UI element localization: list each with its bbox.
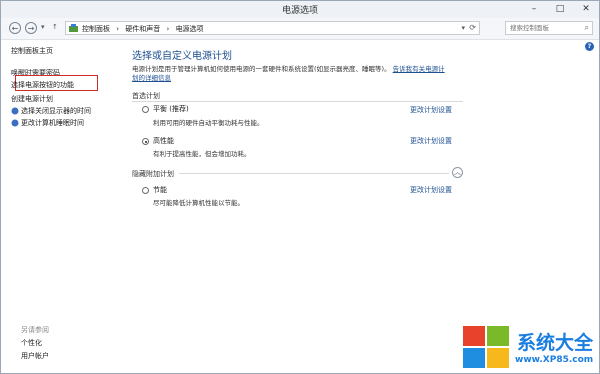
plan-radio-power-saver[interactable] xyxy=(142,187,149,194)
plan-name-high-performance: 高性能 xyxy=(153,137,174,145)
forward-arrow-icon[interactable]: → xyxy=(25,22,37,34)
crumb-separator: › xyxy=(116,25,120,33)
hidden-plans-label[interactable]: 隐藏附加计划 xyxy=(132,169,174,179)
shield-icon xyxy=(11,119,19,127)
divider xyxy=(132,101,463,102)
sidebar-item-sleep-time[interactable]: 更改计算机睡眠时间 xyxy=(21,118,84,128)
change-plan-settings-link[interactable]: 更改计划设置 xyxy=(410,185,452,195)
help-icon[interactable]: ? xyxy=(585,42,594,51)
sidebar-item-display-off[interactable]: 选择关闭显示器的时间 xyxy=(21,106,91,116)
divider xyxy=(179,173,449,174)
close-icon[interactable]: ✕ xyxy=(573,1,599,18)
plan-name-balanced: 平衡 (推荐) xyxy=(153,105,189,113)
description-text: 电源计划是用于管理计算机如何使用电源的一套硬件和系统设置(如显示器亮度、睡眠等)… xyxy=(132,65,391,73)
back-arrow-icon[interactable]: ← xyxy=(9,22,21,34)
breadcrumb: 控制面板 › 硬件和声音 › 电源选项 xyxy=(82,24,208,34)
maximize-icon[interactable]: □ xyxy=(547,1,573,18)
plan-name-power-saver: 节能 xyxy=(153,186,167,194)
see-also-user-accounts[interactable]: 用户帐户 xyxy=(21,351,49,361)
plan-radio-balanced[interactable] xyxy=(142,106,149,113)
power-options-window: 电源选项 – □ ✕ ← → ▾ ↑ 控制面板 › 硬件和声音 › 电源选项 ▾… xyxy=(0,0,600,374)
watermark-brand: 系统大全 xyxy=(517,332,594,354)
up-arrow-icon[interactable]: ↑ xyxy=(52,23,58,31)
watermark-url: www.XP85.com xyxy=(515,355,594,365)
search-box[interactable]: ⌕ xyxy=(505,21,593,35)
plan-radio-high-performance[interactable] xyxy=(142,138,149,145)
plan-desc-high-performance: 有利于提高性能，但会增加功耗。 xyxy=(153,150,251,158)
learn-more-link[interactable]: 告诉我有关电源计 xyxy=(393,65,445,73)
shield-icon xyxy=(11,107,19,115)
control-panel-icon xyxy=(69,24,78,32)
windows-logo-icon xyxy=(463,326,511,370)
crumb-separator: › xyxy=(166,25,170,33)
minimize-icon[interactable]: – xyxy=(521,1,547,18)
page-description: 电源计划是用于管理计算机如何使用电源的一套硬件和系统设置(如显示器亮度、睡眠等)… xyxy=(132,65,462,82)
see-also-personalization[interactable]: 个性化 xyxy=(21,338,42,348)
see-also-label: 另请参阅 xyxy=(21,326,49,334)
plan-desc-power-saver: 尽可能降低计算机性能以节能。 xyxy=(153,199,244,207)
address-dropdown-icon[interactable]: ▾ xyxy=(461,24,465,32)
window-title: 电源选项 xyxy=(281,6,318,16)
preferred-plans-label: 首选计划 xyxy=(132,92,160,100)
refresh-icon[interactable]: ⟳ xyxy=(469,23,476,32)
crumb-power-options[interactable]: 电源选项 xyxy=(176,25,204,33)
plan-desc-balanced: 利用可用的硬件自动平衡功耗与性能。 xyxy=(153,119,264,127)
sidebar-item-power-buttons[interactable]: 选择电源按钮的功能 xyxy=(11,80,74,90)
crumb-hardware-sound[interactable]: 硬件和声音 xyxy=(125,25,160,33)
title-bar: 电源选项 – □ ✕ xyxy=(1,1,599,18)
address-bar[interactable]: 控制面板 › 硬件和声音 › 电源选项 ▾ ⟳ xyxy=(65,21,480,35)
sidebar-item-create-plan[interactable]: 创建电源计划 xyxy=(11,94,53,104)
change-plan-settings-link[interactable]: 更改计划设置 xyxy=(410,136,452,146)
search-icon[interactable]: ⌕ xyxy=(585,23,589,33)
collapse-chevron-icon[interactable]: ︿ xyxy=(452,167,463,178)
recent-dropdown-icon[interactable]: ▾ xyxy=(41,23,45,31)
page-title: 选择或自定义电源计划 xyxy=(132,51,232,62)
crumb-control-panel[interactable]: 控制面板 xyxy=(82,25,110,33)
address-toolbar: ← → ▾ ↑ 控制面板 › 硬件和声音 › 电源选项 ▾ ⟳ ⌕ xyxy=(1,18,599,40)
search-input[interactable] xyxy=(506,22,582,34)
sidebar-home[interactable]: 控制面板主页 xyxy=(11,46,53,56)
learn-more-link-cont[interactable]: 划的详细信息 xyxy=(132,74,171,82)
change-plan-settings-link[interactable]: 更改计划设置 xyxy=(410,105,452,115)
